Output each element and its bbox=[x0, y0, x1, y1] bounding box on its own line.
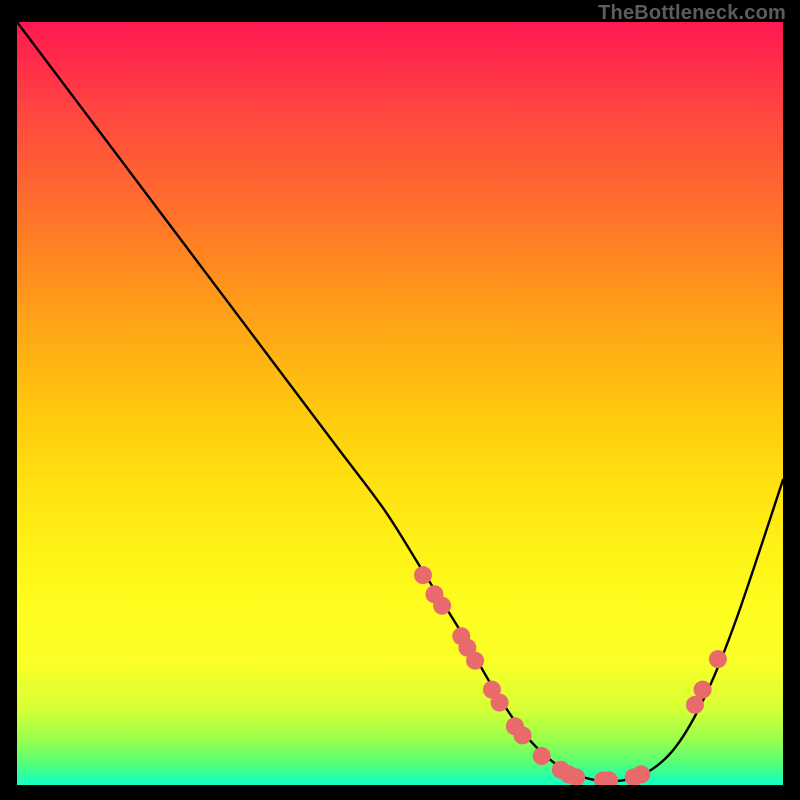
data-marker bbox=[466, 652, 484, 670]
data-marker bbox=[709, 650, 727, 668]
data-marker bbox=[533, 747, 551, 765]
plot-area bbox=[17, 22, 783, 785]
attribution-text: TheBottleneck.com bbox=[598, 2, 786, 25]
data-marker bbox=[414, 566, 432, 584]
data-marker bbox=[694, 681, 712, 699]
data-marker bbox=[686, 696, 704, 714]
marker-group bbox=[414, 566, 727, 785]
chart-svg bbox=[17, 22, 783, 785]
bottleneck-curve-path bbox=[17, 22, 783, 781]
data-marker bbox=[514, 726, 532, 744]
data-marker bbox=[632, 765, 650, 783]
data-marker bbox=[433, 597, 451, 615]
data-marker bbox=[491, 694, 509, 712]
stage: TheBottleneck.com bbox=[0, 0, 800, 800]
